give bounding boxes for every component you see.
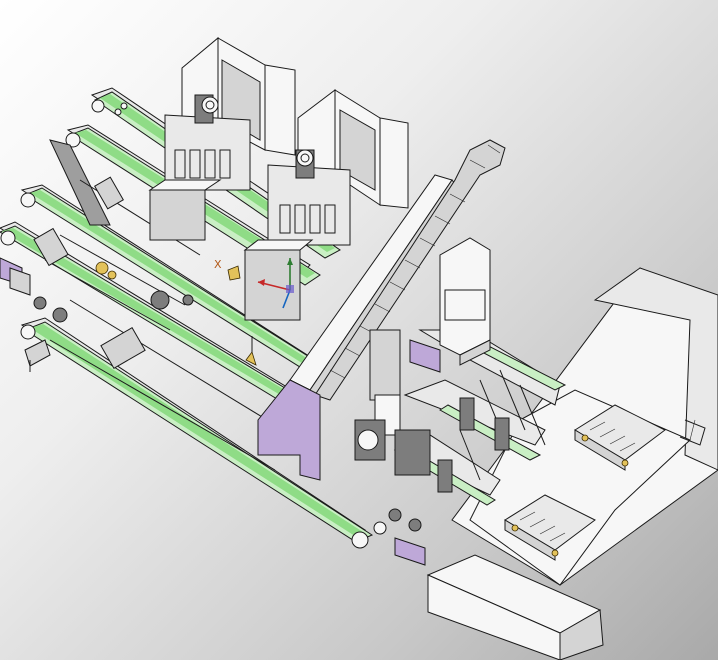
cad-viewport[interactable]: X — [0, 0, 718, 660]
left-end-bracket — [0, 257, 31, 296]
machine-assembly-model[interactable]: X — [0, 0, 718, 660]
triad-x-label: X — [214, 258, 222, 271]
